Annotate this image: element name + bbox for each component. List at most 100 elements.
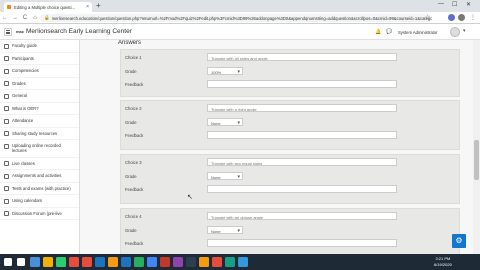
taskbar-clock[interactable]: 3:21 PM 6/19/2020: [434, 256, 452, 267]
taskbar-app-icon[interactable]: [238, 257, 248, 267]
drawer-item[interactable]: Competencies: [0, 65, 79, 78]
settings-gear-button[interactable]: ⚙: [452, 234, 466, 248]
drawer-item-label: Faculty guide: [12, 43, 37, 48]
feedback-input[interactable]: [207, 131, 397, 139]
drawer-item[interactable]: Using calendars: [0, 195, 79, 208]
taskbar-app-icon[interactable]: [225, 257, 235, 267]
profile-icon[interactable]: [458, 14, 465, 21]
answer-choice-card: Choice 3 Triangle with two equal sides G…: [120, 154, 460, 204]
grade-select[interactable]: None: [207, 226, 243, 234]
scrollbar-thumb[interactable]: [474, 140, 479, 180]
drawer-item[interactable]: Attendance: [0, 115, 79, 128]
site-logo[interactable]: mac: [16, 29, 24, 34]
messages-icon[interactable]: 💬: [386, 29, 392, 35]
choice-label: Choice 4: [125, 214, 142, 219]
notification-bell-icon[interactable]: 🔔: [375, 29, 381, 35]
browser-menu-icon[interactable]: ⋮: [470, 14, 476, 21]
minimize-button[interactable]: —: [438, 1, 444, 7]
taskbar-app-icon[interactable]: [199, 257, 209, 267]
feedback-input[interactable]: [207, 185, 397, 193]
taskbar-app-icon[interactable]: [160, 257, 170, 267]
folder-icon: [4, 143, 9, 149]
tab-close-icon[interactable]: ×: [86, 4, 89, 10]
taskbar-app-icon[interactable]: [212, 257, 222, 267]
grade-label: Grade: [125, 120, 137, 125]
new-tab-button[interactable]: +: [96, 1, 101, 10]
choice-answer-input[interactable]: Triangle with an obtuse angle: [207, 212, 397, 220]
grade-select[interactable]: 100%: [207, 67, 243, 75]
drawer-item-label: Uploading online recorded lectures: [12, 143, 61, 154]
folder-icon: [4, 211, 9, 217]
drawer-item[interactable]: Assignments and activities: [0, 170, 79, 183]
taskbar-app-icon[interactable]: [95, 257, 105, 267]
taskbar-app-icon[interactable]: [147, 257, 157, 267]
answer-choice-card: Choice 1 Triangle with all sides and ang…: [120, 49, 460, 97]
drawer-item[interactable]: Tests and exams (with practice): [0, 183, 79, 196]
answers-heading: Answers: [118, 40, 142, 46]
choice-label: Choice 2: [125, 106, 142, 111]
mouse-cursor-icon: ↖: [187, 194, 193, 201]
back-button[interactable]: ←: [0, 15, 10, 21]
drawer-item[interactable]: Grades: [0, 78, 79, 90]
folder-icon: [4, 93, 9, 99]
extension-icon[interactable]: [448, 14, 455, 21]
taskbar-app-icon[interactable]: [173, 257, 183, 267]
address-bar[interactable]: 🔒 merlionsearch.education/question/quest…: [40, 14, 432, 22]
drawer-item-label: Assignments and activities: [12, 173, 62, 179]
hamburger-menu-icon[interactable]: [4, 28, 12, 36]
taskbar-app-icon[interactable]: [186, 257, 196, 267]
browser-tab-strip: Editing a Multiple choice questi... × + …: [0, 0, 480, 12]
folder-icon: [4, 198, 9, 204]
forward-button[interactable]: →: [10, 15, 20, 21]
taskbar-app-icon[interactable]: [69, 257, 79, 267]
drawer-item[interactable]: What is OER?: [0, 103, 79, 115]
taskbar-app-icon[interactable]: [56, 257, 66, 267]
page-scrollbar[interactable]: [473, 40, 480, 254]
choice-label: Choice 3: [125, 160, 142, 165]
windows-start-icon[interactable]: [4, 258, 12, 266]
feedback-input[interactable]: [207, 239, 397, 247]
drawer-item[interactable]: Faculty guide: [0, 40, 79, 53]
drawer-item[interactable]: Live classes: [0, 158, 79, 171]
taskbar-app-icon[interactable]: [134, 257, 144, 267]
grade-label: Grade: [125, 228, 137, 233]
drawer-item[interactable]: General: [0, 90, 79, 103]
nav-drawer: Faculty guide Participants Competencies …: [0, 40, 80, 254]
url-text[interactable]: merlionsearch.education/question/questio…: [52, 16, 432, 21]
grade-select[interactable]: None: [207, 172, 243, 180]
close-window-button[interactable]: ✕: [466, 1, 471, 8]
choice-answer-input[interactable]: Triangle with all sides and angle: [207, 53, 397, 61]
drawer-item-label: Using calendars: [12, 198, 43, 204]
grade-select[interactable]: None: [207, 118, 243, 126]
home-button[interactable]: ⌂: [30, 15, 40, 21]
feedback-label: Feedback: [125, 187, 144, 192]
tab-title: Editing a Multiple choice questi...: [14, 4, 75, 10]
reload-button[interactable]: C: [20, 15, 30, 21]
bookmark-star-icon[interactable]: ☆: [425, 14, 430, 21]
user-name[interactable]: System Administrator: [398, 30, 438, 35]
feedback-input[interactable]: [207, 80, 397, 88]
grade-label: Grade: [125, 69, 137, 74]
site-name[interactable]: Merlionsearch Early Learning Center: [26, 28, 132, 35]
feedback-label: Feedback: [125, 82, 144, 87]
browser-tab[interactable]: Editing a Multiple choice questi... ×: [4, 2, 92, 12]
drawer-item[interactable]: Discussion Forum (pre-live: [0, 208, 79, 221]
taskbar-app-icon[interactable]: [43, 257, 53, 267]
maximize-button[interactable]: ☐: [452, 1, 457, 8]
drawer-item-label: General: [12, 93, 27, 98]
drawer-item[interactable]: Participants: [0, 53, 79, 65]
choice-answer-input[interactable]: Triangle with two equal sides: [207, 158, 397, 166]
drawer-item-label: Attendance: [12, 118, 34, 123]
user-menu-caret-icon[interactable]: ▾: [463, 28, 466, 34]
drawer-item[interactable]: Sharing study resources: [0, 128, 79, 140]
taskbar-app-icon[interactable]: [108, 257, 118, 267]
taskbar-app-icon[interactable]: [30, 257, 40, 267]
drawer-item[interactable]: Uploading online recorded lectures: [0, 140, 79, 158]
taskbar-app-icon[interactable]: [82, 257, 92, 267]
taskbar-app-icon[interactable]: [17, 258, 25, 266]
feedback-label: Feedback: [125, 133, 144, 138]
choice-answer-input[interactable]: Triangle with a right angle: [207, 104, 397, 112]
drawer-item-label: Sharing study resources: [12, 130, 58, 136]
user-avatar[interactable]: [450, 27, 460, 37]
taskbar-app-icon[interactable]: [121, 257, 131, 267]
